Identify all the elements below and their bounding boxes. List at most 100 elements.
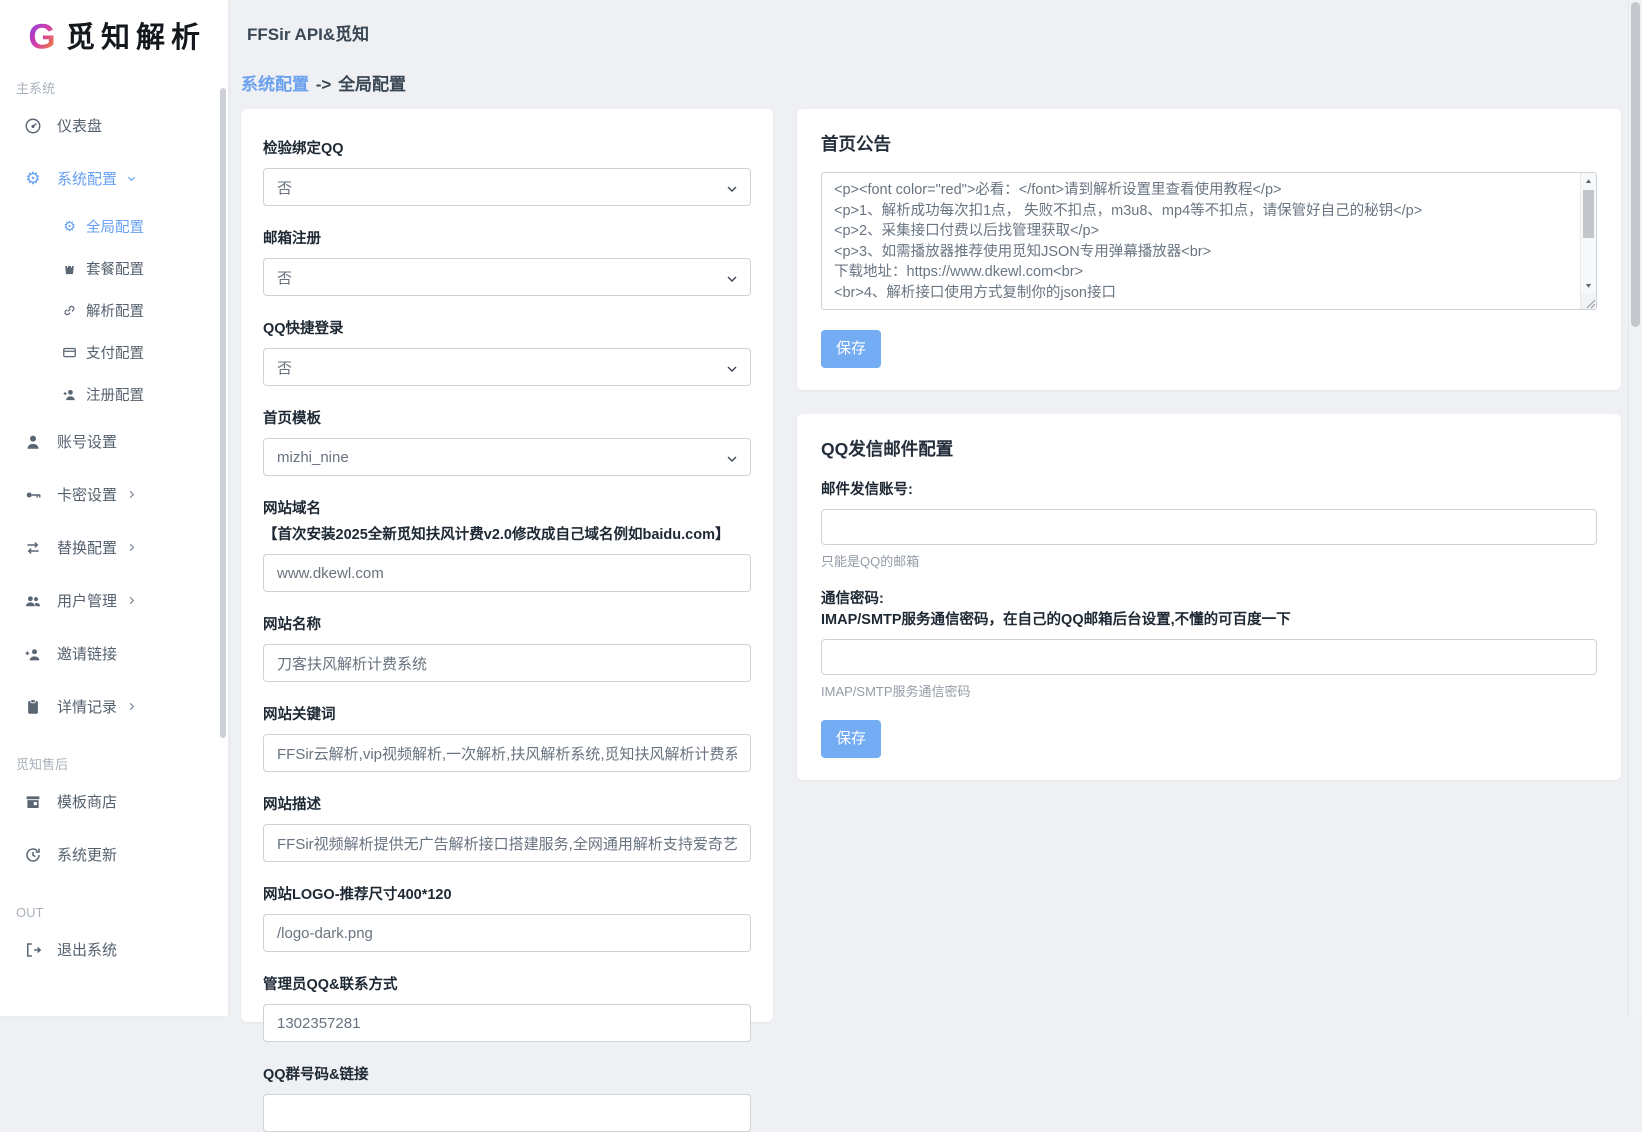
chevron-right-icon [126, 595, 137, 606]
mail-password-input[interactable] [821, 639, 1597, 675]
sidebar-item-system-config[interactable]: ⚙ 系统配置 [0, 152, 228, 205]
qq-mail-save-button[interactable]: 保存 [821, 720, 881, 758]
gear-icon: ⚙ [62, 219, 77, 234]
sidebar-item-replace-config[interactable]: 替换配置 [0, 521, 228, 574]
breadcrumb-page: 全局配置 [338, 75, 406, 94]
breadcrumb-arrow: -> [314, 75, 334, 94]
scroll-up-icon[interactable] [1581, 174, 1596, 188]
chevron-down-icon [726, 362, 738, 379]
select-value: mizhi_nine [277, 449, 349, 466]
sidebar-item-dashboard[interactable]: 仪表盘 [0, 99, 228, 152]
window-scrollbar[interactable] [1628, 0, 1642, 1016]
site-logo-input[interactable] [263, 914, 751, 952]
site-keywords-input[interactable] [263, 734, 751, 772]
sidebar-item-invite-link[interactable]: 邀请链接 [0, 627, 228, 680]
textarea-scrollbar-thumb[interactable] [1583, 190, 1594, 238]
home-template-select[interactable]: mizhi_nine [263, 438, 751, 476]
sidebar-item-parse-config[interactable]: 解析配置 [0, 289, 228, 331]
announcement-title: 首页公告 [821, 131, 1597, 156]
field-label: 邮箱注册 [263, 229, 751, 249]
field-label: 首页模板 [263, 409, 751, 429]
field-site-keywords: 网站关键词 [263, 705, 751, 772]
field-label: 网站LOGO-推荐尺寸400*120 [263, 885, 751, 905]
brand-logo[interactable]: G 觅知解析 [0, 0, 228, 57]
textarea-scrollbar[interactable] [1580, 173, 1596, 309]
site-name-input[interactable] [263, 644, 751, 682]
announcement-card: 首页公告 <p><font color="red">必看：</font>请到解析… [797, 109, 1621, 390]
sidebar-item-user-management[interactable]: 用户管理 [0, 574, 228, 627]
history-clock-icon [24, 846, 42, 864]
sidebar-item-logout[interactable]: 退出系统 [0, 923, 228, 976]
site-domain-input[interactable] [263, 554, 751, 592]
sidebar-item-template-store[interactable]: 模板商店 [0, 775, 228, 828]
select-value: 否 [277, 177, 292, 198]
chevron-right-icon [126, 542, 137, 553]
field-label: 网站域名 [263, 499, 751, 519]
select-value: 否 [277, 267, 292, 288]
field-site-logo: 网站LOGO-推荐尺寸400*120 [263, 885, 751, 952]
qq-mail-card: QQ发信邮件配置 邮件发信账号: 只能是QQ的邮箱 通信密码: IMAP/SMT… [797, 414, 1621, 780]
sidebar-item-label: 支付配置 [86, 342, 144, 363]
sidebar-item-label: 解析配置 [86, 300, 144, 321]
swap-arrows-icon [24, 539, 42, 557]
window-scrollbar-thumb[interactable] [1631, 2, 1640, 327]
qq-group-input[interactable] [263, 1094, 751, 1132]
field-site-domain: 网站域名 【首次安装2025全新觅知扶风计费v2.0修改成自己域名例如baidu… [263, 499, 751, 592]
gear-icon: ⚙ [24, 170, 42, 188]
sidebar-item-label: 全局配置 [86, 216, 144, 237]
sidebar-item-detail-records[interactable]: 详情记录 [0, 680, 228, 733]
breadcrumb: 系统配置 -> 全局配置 [228, 64, 1628, 109]
logout-icon [24, 941, 42, 959]
sidebar-section-main: 主系统 [0, 79, 228, 99]
announcement-textarea[interactable]: <p><font color="red">必看：</font>请到解析设置里查看… [821, 172, 1597, 310]
gauge-icon [24, 117, 42, 135]
field-qq-quick-login: QQ快捷登录 否 [263, 319, 751, 386]
sidebar-item-label: 套餐配置 [86, 258, 144, 279]
field-label: 网站关键词 [263, 705, 751, 725]
sidebar-item-plan-config[interactable]: 套餐配置 [0, 247, 228, 289]
sidebar-item-register-config[interactable]: 注册配置 [0, 373, 228, 415]
mail-account-label: 邮件发信账号: [821, 481, 1597, 500]
users-icon [24, 592, 42, 610]
sidebar-item-label: 账号设置 [57, 431, 117, 452]
mail-account-help: 只能是QQ的邮箱 [821, 551, 1597, 570]
sidebar: G 觅知解析 主系统 仪表盘 ⚙ 系统配置 ⚙ 全局配置 套餐配置 解析配置 [0, 0, 228, 1016]
sidebar-item-account-settings[interactable]: 账号设置 [0, 415, 228, 468]
sidebar-section-after-sale: 觅知售后 [0, 755, 228, 775]
mail-account-input[interactable] [821, 509, 1597, 545]
sidebar-item-label: 详情记录 [57, 696, 117, 717]
clipboard-icon [24, 698, 42, 716]
brand-name: 觅知解析 [66, 14, 206, 56]
scroll-down-icon[interactable] [1581, 278, 1596, 292]
user-plus-icon [62, 387, 77, 402]
sidebar-item-label: 用户管理 [57, 590, 117, 611]
sidebar-item-label: 邀请链接 [57, 643, 117, 664]
breadcrumb-section[interactable]: 系统配置 [241, 75, 309, 94]
site-description-input[interactable] [263, 824, 751, 862]
sidebar-item-label: 替换配置 [57, 537, 117, 558]
right-column: 首页公告 <p><font color="red">必看：</font>请到解析… [797, 109, 1621, 780]
resize-grip-icon[interactable] [1581, 294, 1596, 309]
link-icon [62, 303, 77, 318]
qq-bind-check-select[interactable]: 否 [263, 168, 751, 206]
sidebar-item-system-update[interactable]: 系统更新 [0, 828, 228, 881]
chevron-down-icon [726, 452, 738, 469]
chevron-down-icon [126, 173, 137, 184]
sidebar-item-card-settings[interactable]: 卡密设置 [0, 468, 228, 521]
credit-card-icon [62, 345, 77, 360]
sidebar-item-global-config[interactable]: ⚙ 全局配置 [0, 205, 228, 247]
user-icon [24, 433, 42, 451]
field-email-register: 邮箱注册 否 [263, 229, 751, 296]
app-header: FFSir API&觅知 [228, 0, 1628, 64]
qq-quick-login-select[interactable]: 否 [263, 348, 751, 386]
admin-qq-input[interactable] [263, 1004, 751, 1042]
announcement-save-button[interactable]: 保存 [821, 330, 881, 368]
sidebar-scrollbar-thumb[interactable] [220, 88, 226, 738]
field-label: QQ群号码&链接 [263, 1065, 751, 1085]
sidebar-item-label: 系统配置 [57, 168, 117, 189]
email-register-select[interactable]: 否 [263, 258, 751, 296]
user-add-icon [24, 645, 42, 663]
field-site-name: 网站名称 [263, 615, 751, 682]
brand-logo-icon: G [22, 13, 62, 57]
sidebar-item-pay-config[interactable]: 支付配置 [0, 331, 228, 373]
